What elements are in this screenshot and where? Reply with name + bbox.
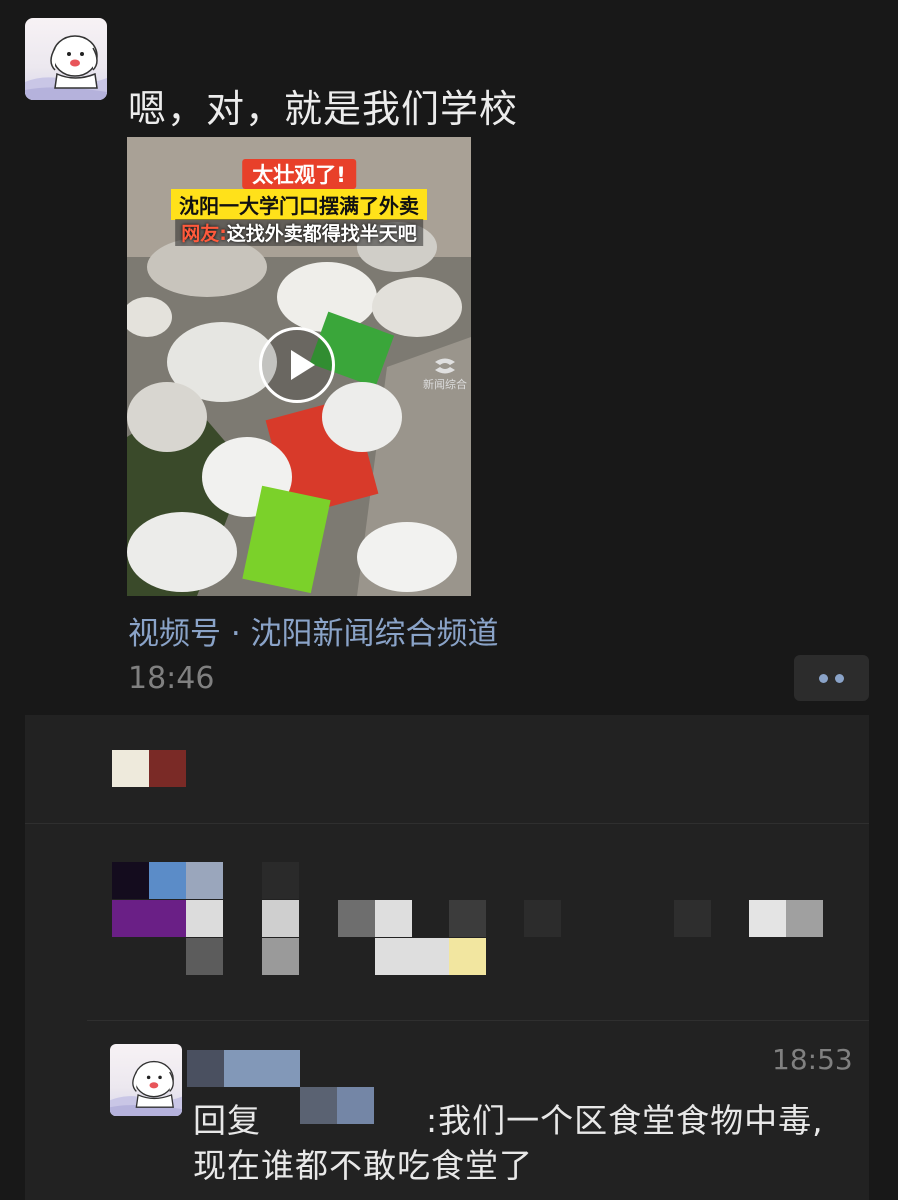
dog-avatar-icon [25,35,107,100]
reply-prefix: 回复 [193,1101,261,1140]
ellipsis-icon [835,674,844,683]
post-timestamp: 18:46 [128,661,215,696]
watermark-text: 新闻综合 [423,378,467,391]
ellipsis-icon [819,674,828,683]
channel-link[interactable]: 视频号 · 沈阳新闻综合频道 [128,608,499,653]
news-channel-watermark: 新闻综合 [423,357,467,391]
commenter-avatar[interactable] [110,1044,182,1116]
video-caption-quote: 这找外卖都得找半天吧 [226,223,417,245]
comment-line-1: :我们一个区食堂食物中毒, [426,1101,824,1140]
comment-timestamp: 18:53 [772,1043,853,1076]
panel-divider [25,823,869,824]
video-caption-title: 太壮观了! [242,159,356,189]
comment-divider [87,1020,869,1021]
more-actions-button[interactable] [794,655,869,701]
video-caption-headline: 沈阳一大学门口摆满了外卖 [171,189,427,220]
post-text: 嗯，对，就是我们学校 [128,87,519,131]
comment-text[interactable]: 回复 :我们一个区食堂食物中毒, 现在谁都不敢吃食堂了 [193,1098,853,1188]
video-caption-speaker: 网友: [181,223,227,245]
play-button[interactable] [259,327,335,403]
comment-line-2: 现在谁都不敢吃食堂了 [193,1146,533,1185]
video-card[interactable]: 太壮观了! 沈阳一大学门口摆满了外卖 网友:这找外卖都得找半天吧 新闻综合 [127,137,471,596]
channel-logo-icon [435,358,455,374]
dog-avatar-icon [110,1060,182,1116]
post-author-avatar[interactable] [25,18,107,100]
video-caption-comment: 网友:这找外卖都得找半天吧 [175,219,423,246]
